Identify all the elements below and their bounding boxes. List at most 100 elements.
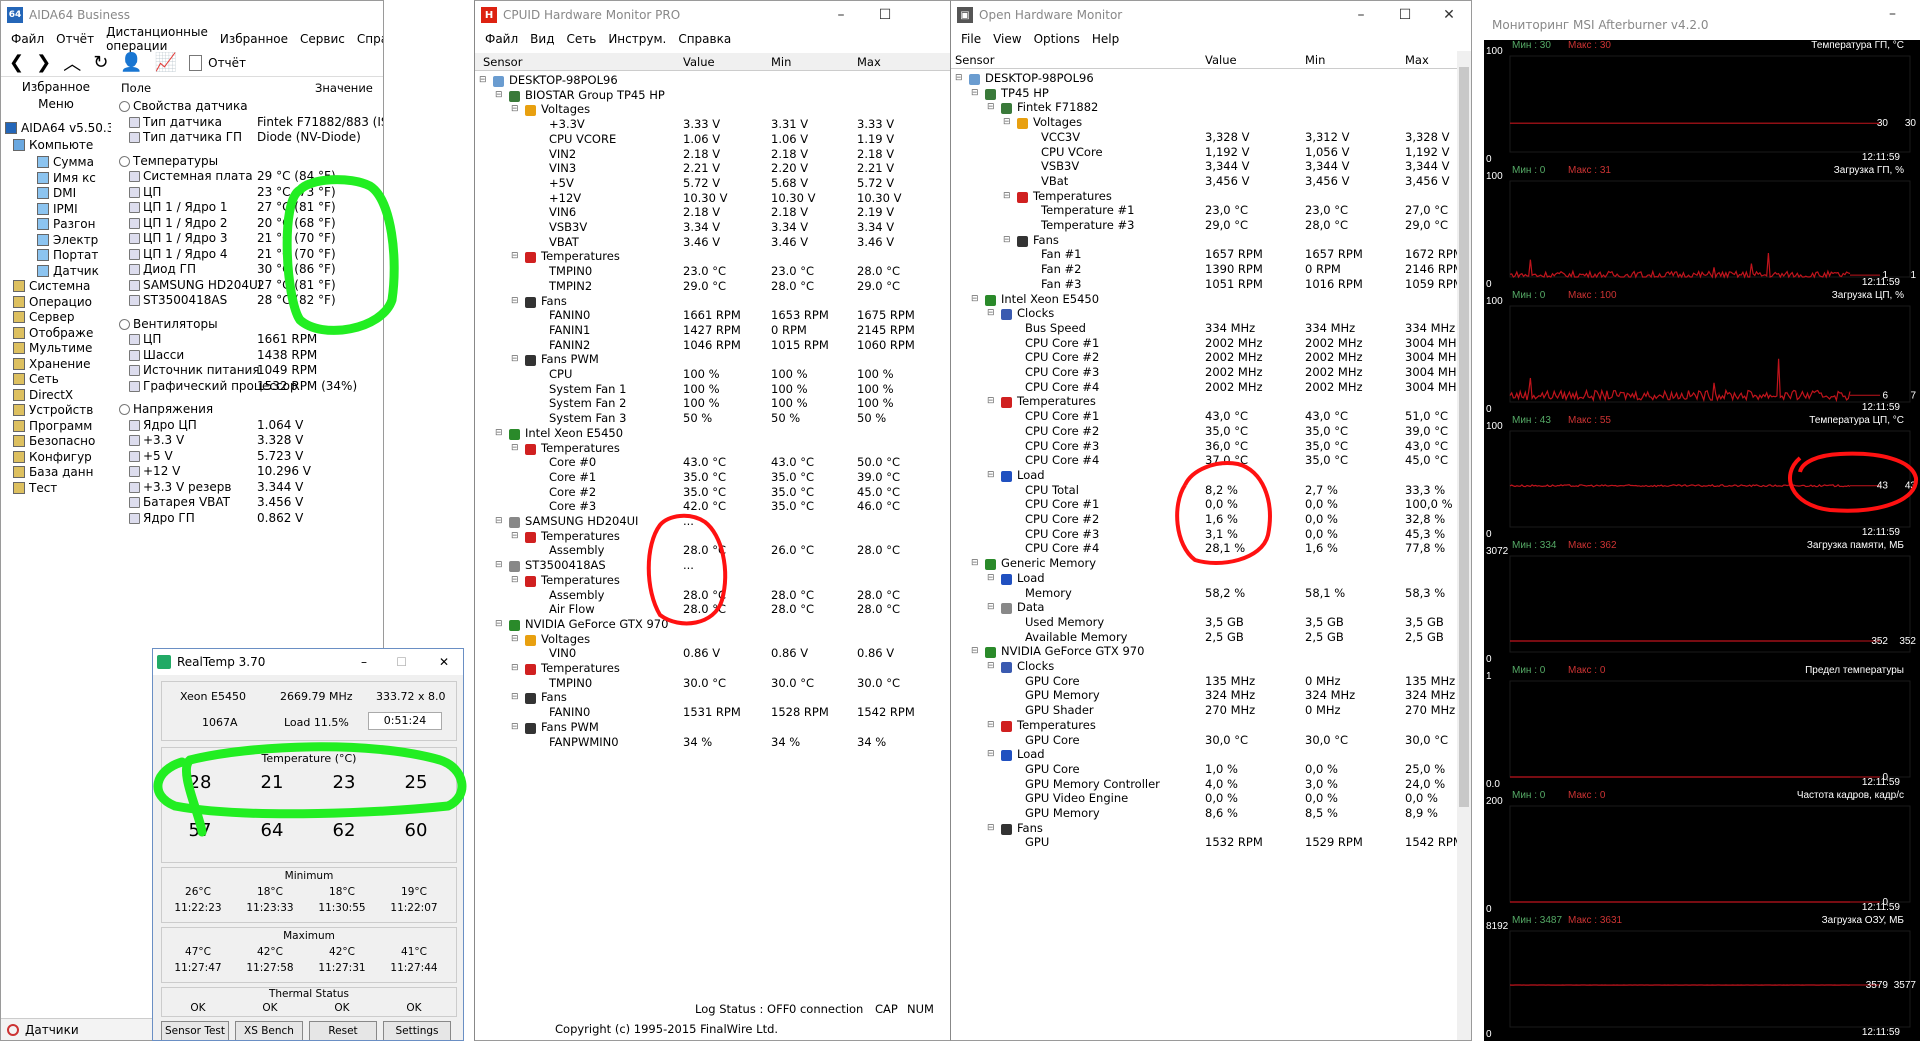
sensor-row[interactable]: VSB3V 3.34 V 3.34 V 3.34 V (475, 220, 951, 235)
col-max[interactable]: Max (1405, 51, 1429, 69)
tree-node[interactable]: ⊟ Temperatures (951, 718, 1459, 733)
sensor-row[interactable]: FANIN0 1531 RPM 1528 RPM 1542 RPM (475, 705, 951, 720)
sensor-row[interactable]: VBat 3,456 V 3,456 V 3,456 V (951, 174, 1459, 189)
expand-icon[interactable]: ⊟ (495, 88, 503, 103)
list-item[interactable]: Источник питания 1049 RPM (117, 363, 383, 379)
expand-icon[interactable]: ⊟ (971, 86, 979, 101)
tree-node[interactable]: ⊟ Fans (951, 233, 1459, 248)
list-item[interactable]: ЦП 23 °C (73 °F) (117, 185, 383, 201)
expand-icon[interactable]: ⊟ (511, 690, 519, 705)
tree-node[interactable]: ⊟ SAMSUNG HD204UI... (475, 514, 951, 529)
tree-node[interactable]: ⊟ Clocks (951, 306, 1459, 321)
sensor-row[interactable]: GPU Shader 270 MHz 0 MHz 270 MHz (951, 703, 1459, 718)
list-group[interactable]: Свойства датчика (117, 99, 383, 115)
menu-item[interactable]: Сервис (294, 32, 351, 46)
tree-node[interactable]: ⊟ Fans (475, 690, 951, 705)
refresh-icon[interactable]: ↻ (93, 52, 108, 73)
sensor-row[interactable]: CPU VCore 1,192 V 1,056 V 1,192 V (951, 145, 1459, 160)
sensor-row[interactable]: System Fan 3 50 % 50 % 50 % (475, 411, 951, 426)
tree-node[interactable]: ⊟ Voltages (951, 115, 1459, 130)
menu-item[interactable]: Отчёт (50, 32, 100, 46)
expand-icon[interactable]: ⊟ (511, 249, 519, 264)
maximize-button[interactable]: ☐ (396, 655, 407, 669)
settings-button[interactable]: Settings (383, 1021, 451, 1040)
tree-node[interactable]: ⊟ Temperatures (951, 394, 1459, 409)
expand-icon[interactable]: ⊟ (1003, 233, 1011, 248)
sensor-row[interactable]: TMPIN0 23.0 °C 23.0 °C 28.0 °C (475, 264, 951, 279)
list-item[interactable]: ЦП 1 / Ядро 4 21 °C (70 °F) (117, 247, 383, 263)
list-item[interactable]: +12 V 10.296 V (117, 464, 383, 480)
list-item[interactable]: ЦП 1 / Ядро 3 21 °C (70 °F) (117, 231, 383, 247)
expand-icon[interactable]: ⊟ (987, 100, 995, 115)
expand-icon[interactable]: ⊟ (511, 573, 519, 588)
tree-node[interactable]: ⊟ Fans PWM (475, 720, 951, 735)
expand-icon[interactable]: ⊟ (987, 468, 995, 483)
expand-icon[interactable]: ⊟ (971, 292, 979, 307)
tree-node[interactable]: ⊟ Voltages (475, 102, 951, 117)
expand-icon[interactable]: ⊟ (987, 718, 995, 733)
sensor-row[interactable]: +12V 10.30 V 10.30 V 10.30 V (475, 191, 951, 206)
menu-item[interactable]: Справка (351, 32, 383, 46)
sensor-row[interactable]: Temperature #3 29,0 °C 28,0 °C 29,0 °C (951, 218, 1459, 233)
sensor-row[interactable]: GPU Memory 324 MHz 324 MHz 324 MHz (951, 688, 1459, 703)
sensor-row[interactable]: CPU Core #2 1,6 % 0,0 % 32,8 % (951, 512, 1459, 527)
col-sensor[interactable]: Sensor (483, 53, 522, 71)
list-item[interactable]: ЦП 1 / Ядро 2 20 °C (68 °F) (117, 216, 383, 232)
menu-item[interactable]: Вид (524, 32, 560, 46)
sensor-row[interactable]: VCC3V 3,328 V 3,312 V 3,328 V (951, 130, 1459, 145)
sensor-row[interactable]: Memory 58,2 % 58,1 % 58,3 % (951, 586, 1459, 601)
sensor-row[interactable]: CPU 100 % 100 % 100 % (475, 367, 951, 382)
tree-node[interactable]: ⊟ ST3500418AS... (475, 558, 951, 573)
tab-favorites[interactable]: Избранное (1, 79, 111, 96)
sensor-row[interactable]: Used Memory 3,5 GB 3,5 GB 3,5 GB (951, 615, 1459, 630)
sensor-row[interactable]: CPU Core #2 35,0 °C 35,0 °C 39,0 °C (951, 424, 1459, 439)
tree-node[interactable]: ⊟ Temperatures (475, 661, 951, 676)
sensor-row[interactable]: Temperature #1 23,0 °C 23,0 °C 27,0 °C (951, 203, 1459, 218)
sensor-row[interactable]: Core #2 35.0 °C 35.0 °C 45.0 °C (475, 485, 951, 500)
tree-node[interactable]: ⊟ Temperatures (475, 529, 951, 544)
sensor-row[interactable]: GPU Memory 8,6 % 8,5 % 8,9 % (951, 806, 1459, 821)
list-item[interactable]: Ядро ЦП 1.064 V (117, 418, 383, 434)
maximize-button[interactable]: ☐ (863, 1, 907, 29)
minimize-button[interactable]: – (361, 655, 367, 669)
expand-icon[interactable]: ⊟ (971, 644, 979, 659)
expand-icon[interactable]: ⊟ (987, 394, 995, 409)
menu-item[interactable]: Избранное (214, 32, 294, 46)
sensor-row[interactable]: TMPIN2 29.0 °C 28.0 °C 29.0 °C (475, 279, 951, 294)
tree-node[interactable]: ⊟ Voltages (475, 632, 951, 647)
list-item[interactable]: ЦП 1 / Ядро 1 27 °C (81 °F) (117, 200, 383, 216)
tree-node[interactable]: ⊟ Load (951, 571, 1459, 586)
tree-node[interactable]: ⊟ Temperatures (951, 189, 1459, 204)
list-item[interactable]: ST3500418AS 28 °C (82 °F) (117, 293, 383, 309)
list-item[interactable]: SAMSUNG HD204UI 27 °C (81 °F) (117, 278, 383, 294)
expand-icon[interactable]: ⊟ (987, 306, 995, 321)
minimize-button[interactable]: – (1339, 1, 1383, 29)
expand-icon[interactable]: ⊟ (1003, 189, 1011, 204)
tree-node[interactable]: ⊟ Intel Xeon E5450 (951, 292, 1459, 307)
tree-node[interactable]: ⊟ BIOSTAR Group TP45 HP (475, 88, 951, 103)
expand-icon[interactable]: ⊟ (987, 659, 995, 674)
sensor-row[interactable]: VSB3V 3,344 V 3,344 V 3,344 V (951, 159, 1459, 174)
up-icon[interactable]: ︿ (63, 50, 81, 76)
menu-item[interactable]: Справка (672, 32, 737, 46)
list-group[interactable]: Напряжения (117, 402, 383, 418)
list-item[interactable]: Батарея VBAT 3.456 V (117, 495, 383, 511)
tree-node[interactable]: ⊟ Fans (475, 294, 951, 309)
tree-node[interactable]: ⊟ Temperatures (475, 573, 951, 588)
sensor-row[interactable]: VIN0 0.86 V 0.86 V 0.86 V (475, 646, 951, 661)
menu-item[interactable]: Options (1028, 32, 1086, 46)
col-sensor[interactable]: Sensor (955, 51, 994, 69)
sensor-row[interactable]: CPU Total 8,2 % 2,7 % 33,3 % (951, 483, 1459, 498)
list-item[interactable]: +3.3 V резерв 3.344 V (117, 480, 383, 496)
expand-icon[interactable]: ⊟ (987, 821, 995, 836)
list-item[interactable]: +3.3 V 3.328 V (117, 433, 383, 449)
sensor-row[interactable]: VIN6 2.18 V 2.18 V 2.19 V (475, 205, 951, 220)
sensor-row[interactable]: VIN3 2.21 V 2.20 V 2.21 V (475, 161, 951, 176)
tree-computer[interactable]: Компьюте (1, 136, 111, 154)
tree-node[interactable]: ⊟ Generic Memory (951, 556, 1459, 571)
expand-icon[interactable]: ⊟ (495, 514, 503, 529)
expand-icon[interactable]: ⊟ (511, 441, 519, 456)
sensor-row[interactable]: GPU 1532 RPM 1529 RPM 1542 RPM (951, 835, 1459, 850)
col-min[interactable]: Min (1305, 51, 1325, 69)
sensor-row[interactable]: CPU Core #1 0,0 % 0,0 % 100,0 % (951, 497, 1459, 512)
